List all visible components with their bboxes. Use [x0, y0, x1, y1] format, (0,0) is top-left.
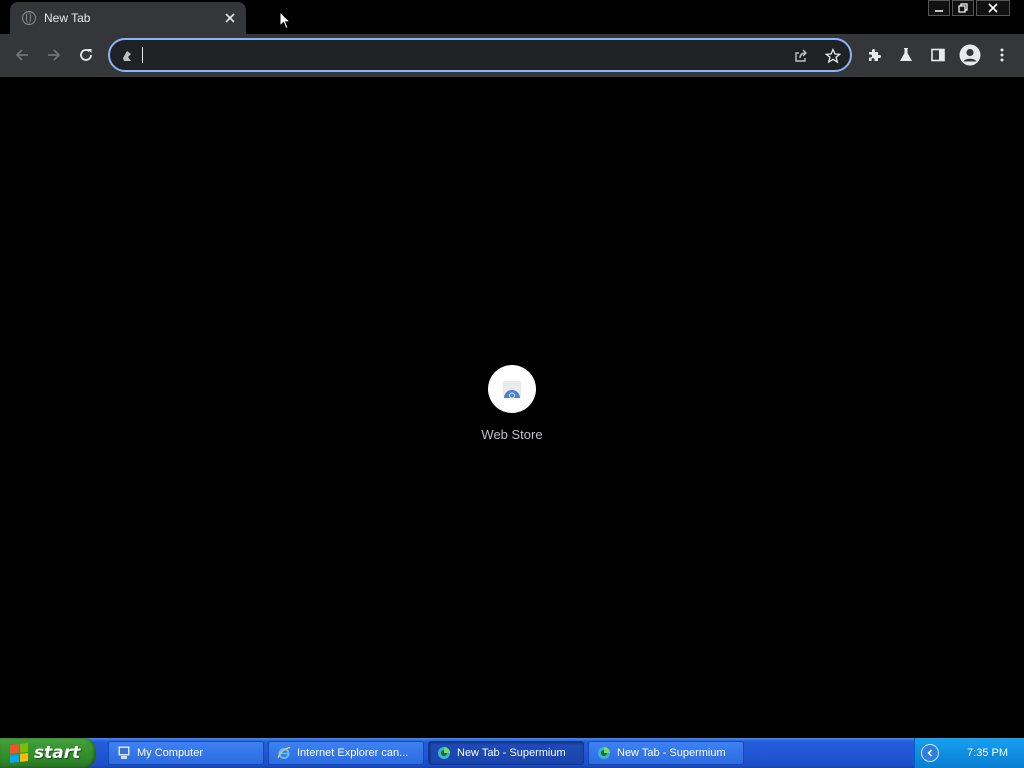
taskbar-item-my-computer[interactable]: My Computer: [108, 741, 264, 765]
puzzle-icon: [869, 49, 881, 61]
supermium-icon: [438, 747, 450, 759]
taskbar-item-label: New Tab - Supermium: [457, 747, 566, 759]
back-button[interactable]: [8, 41, 36, 69]
new-tab-page: Web Store: [0, 76, 1024, 738]
close-icon: [225, 13, 235, 23]
address-bar[interactable]: [108, 38, 852, 72]
side-panel-button[interactable]: [924, 41, 952, 69]
arrow-left-icon: [15, 49, 28, 61]
bookmark-star-icon[interactable]: [824, 47, 842, 65]
profile-button[interactable]: [956, 41, 984, 69]
extensions-button[interactable]: [860, 41, 888, 69]
taskbar-item-internet-explorer[interactable]: Internet Explorer can...: [268, 741, 424, 765]
browser-toolbar: [0, 34, 1024, 76]
tab-new-tab[interactable]: New Tab: [10, 2, 246, 34]
restore-button[interactable]: [952, 0, 974, 16]
text-caret: [142, 47, 143, 63]
menu-button[interactable]: [988, 41, 1016, 69]
labs-button[interactable]: [892, 41, 920, 69]
kebab-menu-icon: [1000, 48, 1004, 62]
globe-icon: [22, 11, 36, 25]
avatar-icon: [959, 44, 981, 66]
start-button[interactable]: start: [0, 738, 96, 768]
system-tray: 7:35 PM: [914, 738, 1024, 768]
taskbar-item-supermium-active[interactable]: New Tab - Supermium: [428, 741, 584, 765]
reload-button[interactable]: [72, 41, 100, 69]
taskbar-clock[interactable]: 7:35 PM: [967, 747, 1008, 759]
taskbar-item-label: Internet Explorer can...: [297, 747, 409, 759]
windows-logo-icon: [10, 743, 28, 763]
side-panel-icon: [931, 48, 945, 62]
forward-button[interactable]: [40, 41, 68, 69]
arrow-right-icon: [48, 49, 61, 61]
flask-icon: [900, 48, 912, 61]
start-label: start: [34, 743, 81, 763]
my-computer-icon: [118, 746, 130, 759]
share-icon[interactable]: [792, 47, 810, 65]
chevron-left-icon: [927, 749, 933, 757]
taskbar-item-label: New Tab - Supermium: [617, 747, 726, 759]
minimize-button[interactable]: [928, 0, 950, 16]
close-window-button[interactable]: [976, 0, 1010, 16]
show-hidden-icons-button[interactable]: [921, 744, 939, 762]
taskbar-item-supermium[interactable]: New Tab - Supermium: [588, 741, 744, 765]
web-store-icon: [488, 365, 536, 413]
taskbar: start My Computer Internet Explorer can.…: [0, 738, 1024, 768]
close-tab-button[interactable]: [222, 10, 238, 26]
restore-icon: [958, 3, 968, 13]
tab-title: New Tab: [44, 11, 91, 25]
shortcut-web-store[interactable]: Web Store: [472, 365, 552, 442]
close-icon: [988, 3, 998, 13]
minimize-icon: [935, 10, 943, 12]
internet-explorer-icon: [277, 746, 291, 759]
shortcut-label: Web Store: [481, 427, 543, 442]
supermium-icon: [598, 747, 610, 759]
tab-strip: New Tab: [0, 0, 1024, 34]
reload-icon: [80, 49, 92, 61]
address-input[interactable]: [140, 43, 784, 69]
taskbar-item-label: My Computer: [137, 747, 204, 759]
search-engine-icon: [118, 47, 136, 65]
mouse-cursor-icon: [279, 11, 291, 30]
window-controls: [928, 0, 1010, 16]
